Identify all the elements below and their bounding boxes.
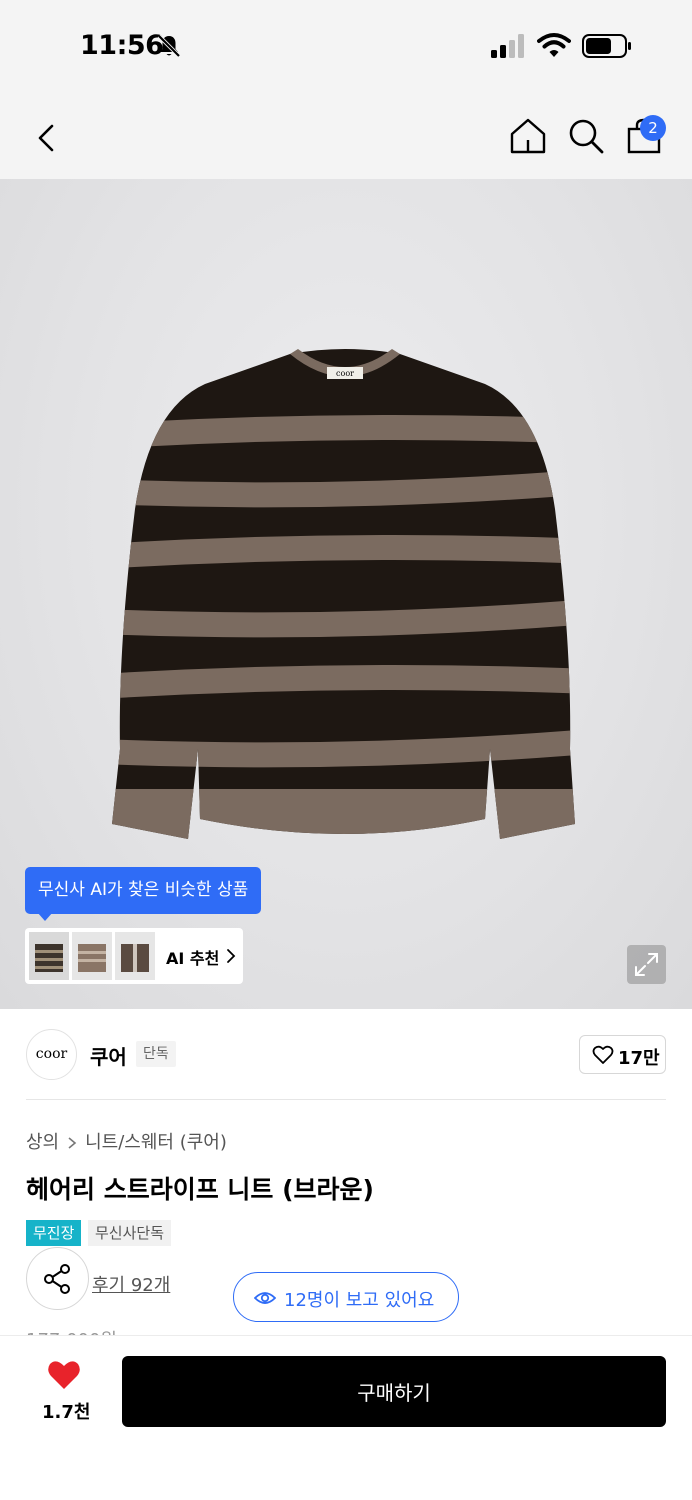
ai-similar-products-bubble[interactable]: 무신사 AI가 찾은 비슷한 상품 [25,867,262,914]
cellular-signal-icon [491,34,524,58]
breadcrumb-item-subcategory[interactable]: 니트/스웨터 (쿠어) [85,1132,227,1153]
wifi-icon [537,33,571,57]
viewers-count-text: 12명이 보고 있어요 [284,1290,435,1311]
product-title: 헤어리 스트라이프 니트 (브라운) [26,1175,374,1204]
bell-off-icon [157,34,181,58]
product-tag-mujinjang: 무진장 [26,1220,82,1246]
bottom-action-bar: 1.7천 구매하기 [0,1335,692,1500]
status-time: 11:56 [80,30,164,61]
garment-label: coor [336,369,354,378]
expand-icon [635,953,658,976]
heart-outline-icon [592,1045,614,1064]
wishlist-count: 1.7천 [42,1402,91,1423]
ai-thumbnail-2[interactable] [72,932,112,980]
expand-image-button[interactable] [627,945,666,984]
ai-thumbnail-1[interactable] [29,932,69,980]
viewers-count-pill: 12명이 보고 있어요 [233,1272,459,1322]
back-arrow-icon[interactable] [30,118,64,158]
share-icon [44,1264,70,1294]
brand-like-button[interactable]: 17만 [579,1035,666,1074]
status-bar: 11:56 [0,0,692,96]
heart-filled-icon[interactable] [47,1360,81,1391]
home-icon[interactable] [508,116,548,156]
battery-icon [582,34,631,58]
buy-button[interactable]: 구매하기 [122,1356,666,1427]
review-link[interactable]: 후기 92개 [92,1271,170,1297]
breadcrumb-item-category[interactable]: 상의 [26,1132,59,1153]
brand-exclusive-tag: 단독 [136,1041,176,1067]
ai-recommend-label[interactable]: AI 추천 [166,945,219,969]
breadcrumb: 상의 니트/스웨터 (쿠어) [26,1128,227,1154]
chevron-right-icon [68,1137,77,1149]
brand-like-count: 17만 [618,1048,660,1069]
ai-thumbnail-3[interactable] [115,932,155,980]
share-button[interactable] [26,1247,89,1310]
product-tag-exclusive: 무신사단독 [88,1220,172,1246]
brand-logo[interactable]: coor [26,1029,77,1080]
search-icon[interactable] [566,116,606,156]
chevron-right-icon [227,949,236,963]
product-image-area[interactable]: coor 무신사 AI가 찾은 비슷한 상품 AI 추천 [0,179,692,1009]
brand-name[interactable]: 쿠어 [90,1041,127,1070]
top-nav-bar [0,96,692,179]
ai-recommend-strip[interactable]: AI 추천 [25,928,243,984]
eye-icon [254,1292,276,1304]
ai-bubble-tail [37,912,53,921]
product-image-sweater: coor [112,349,575,839]
cart-count-badge: 2 [640,115,666,141]
divider [26,1099,666,1100]
